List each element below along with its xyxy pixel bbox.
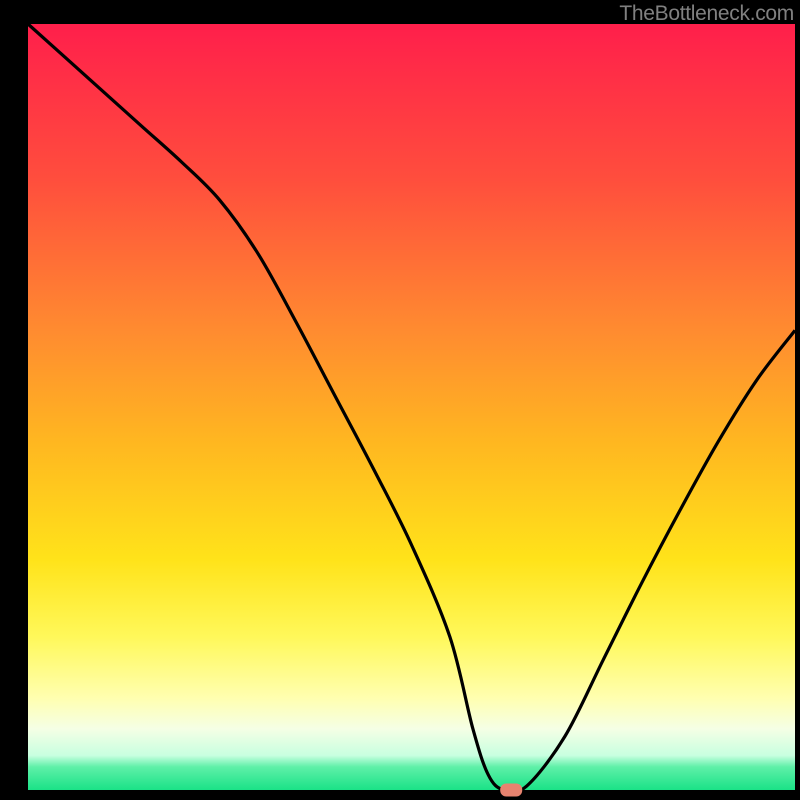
optimal-point-marker [500,784,522,797]
chart-svg [0,0,800,800]
plot-background [28,24,795,790]
bottleneck-chart [0,0,800,800]
watermark-text: TheBottleneck.com [619,2,794,26]
